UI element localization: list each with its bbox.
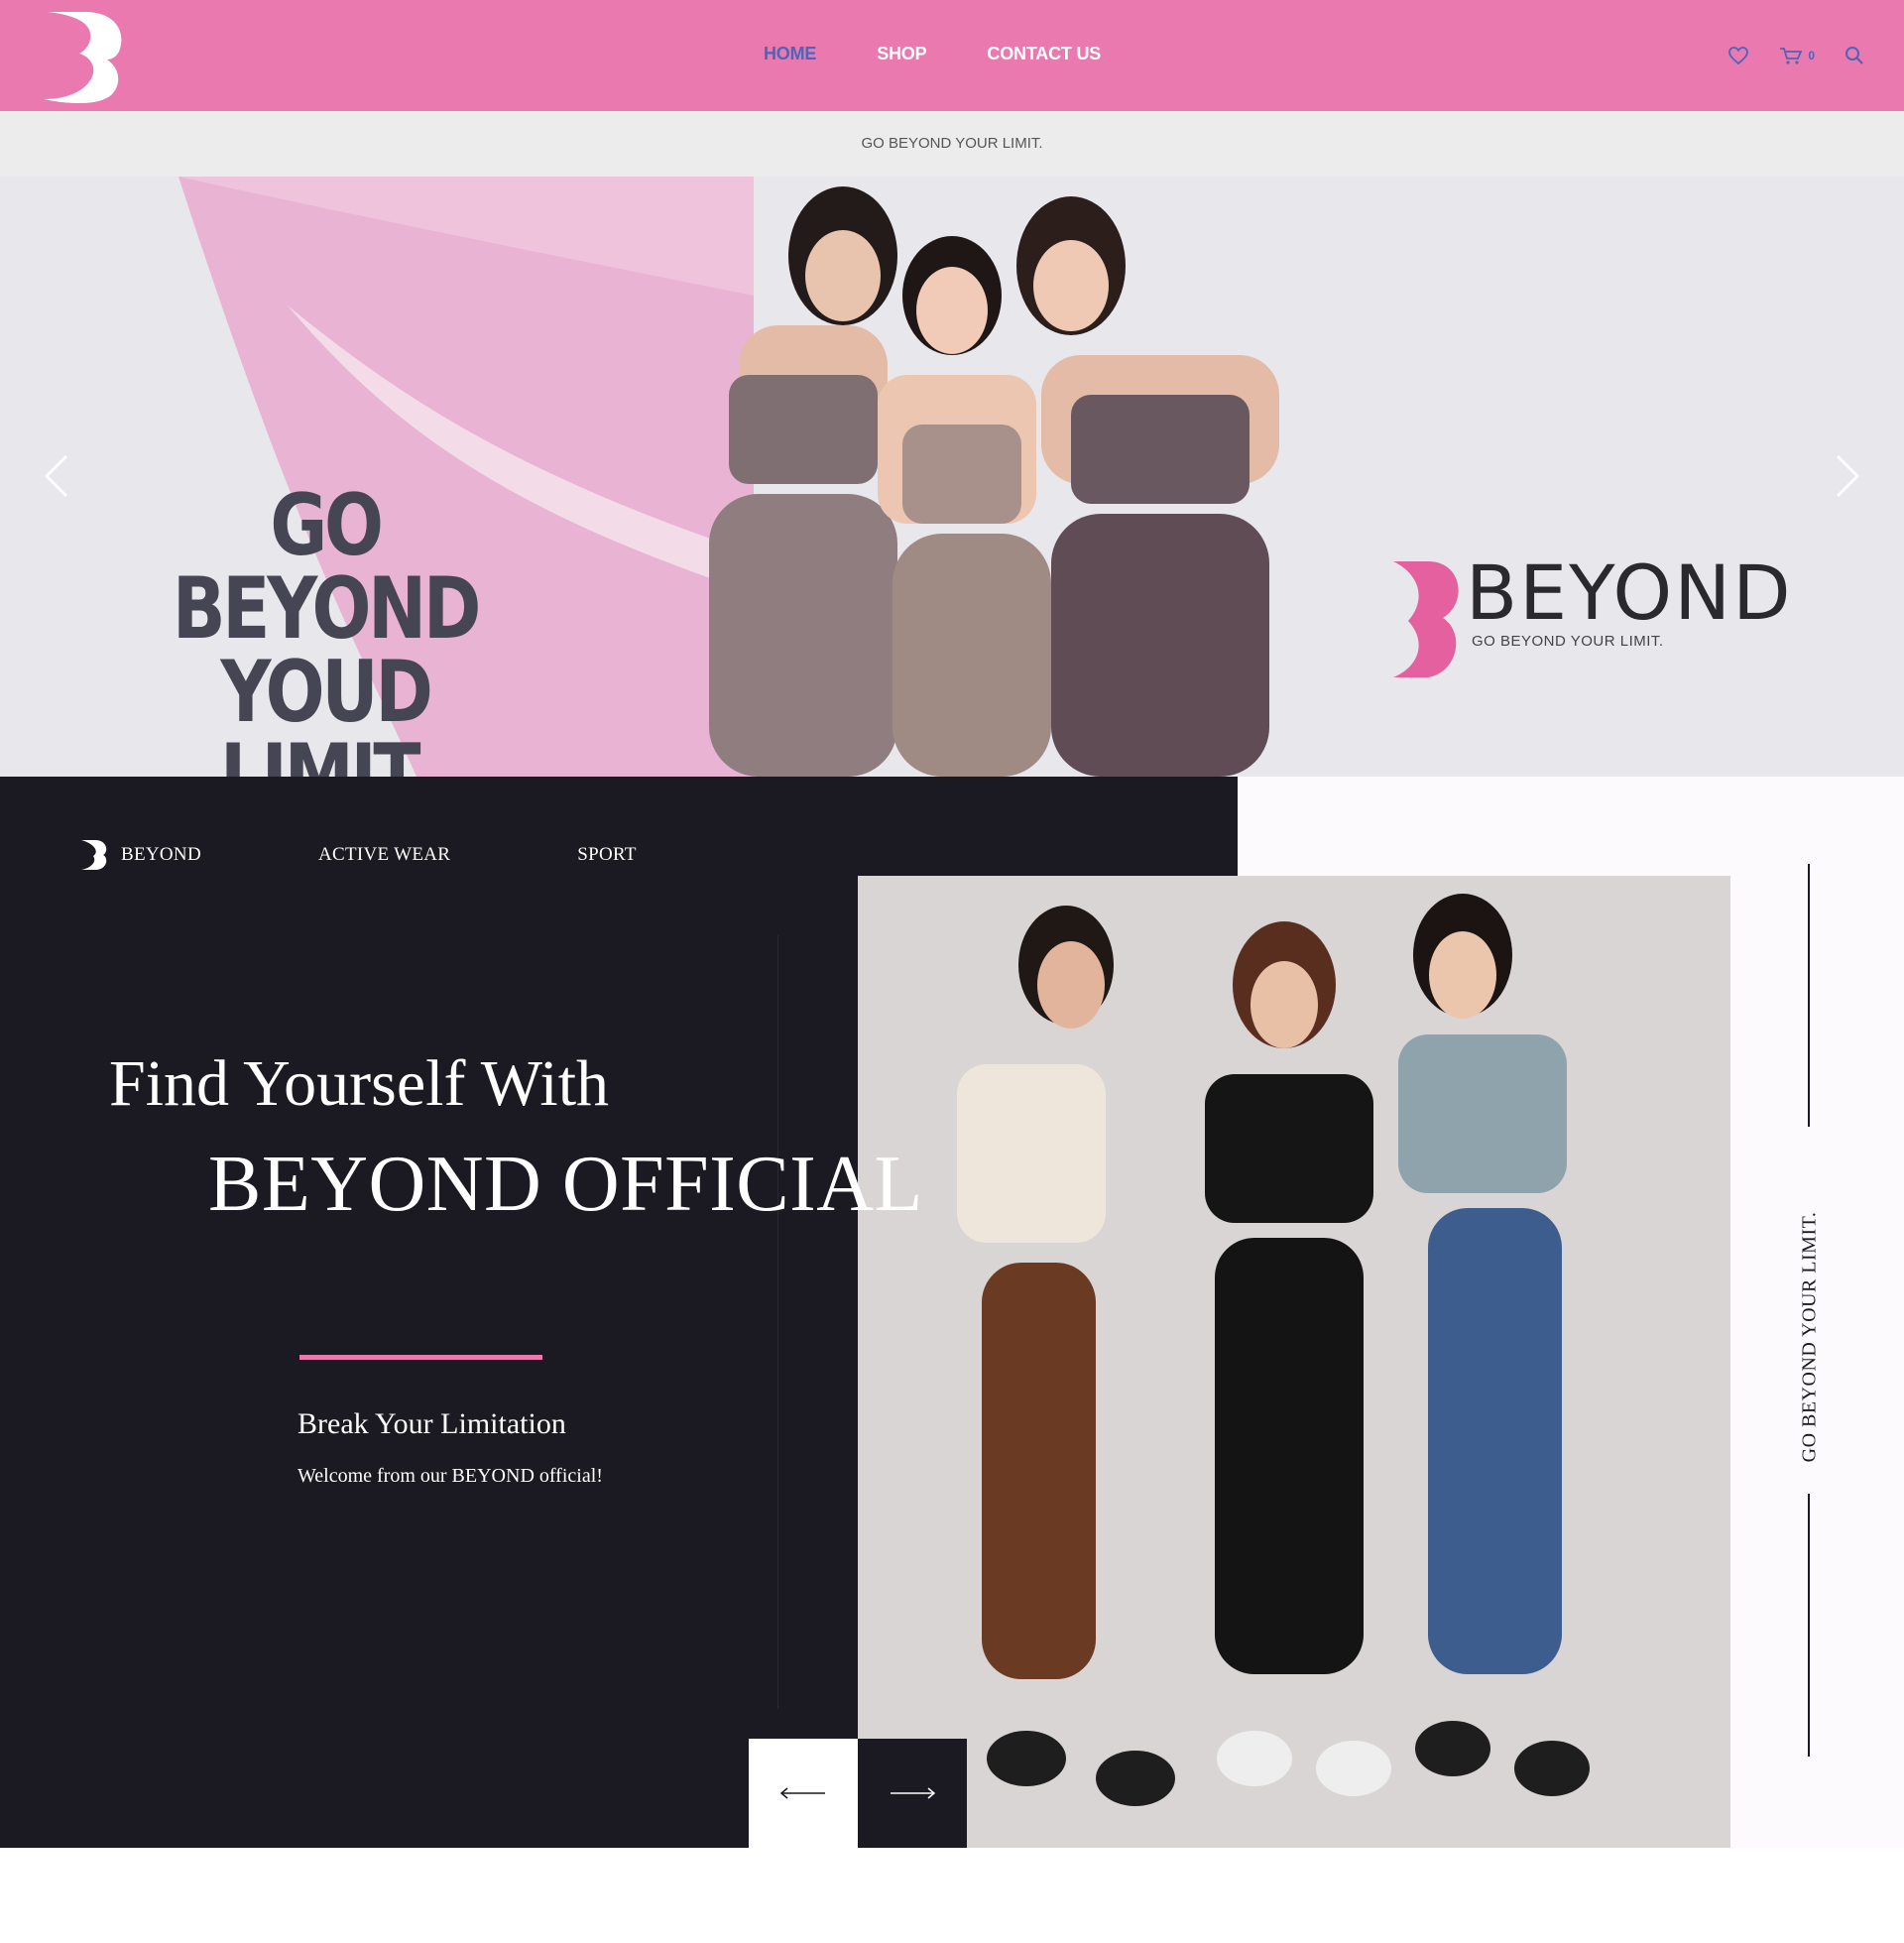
accent-bar xyxy=(299,1355,542,1360)
heart-icon xyxy=(1728,47,1749,65)
feature-next-button[interactable] xyxy=(858,1739,967,1848)
nav-home[interactable]: HOME xyxy=(764,44,816,67)
cart-button[interactable]: 0 xyxy=(1779,46,1815,65)
hero-headline: GO BEYOND YOUD LIMIT. xyxy=(138,476,512,777)
hero-brand-tagline: GO BEYOND YOUR LIMIT. xyxy=(1472,633,1664,650)
feature-dark-lower xyxy=(0,876,858,1848)
chevron-left-icon xyxy=(45,454,68,498)
wishlist-button[interactable] xyxy=(1727,46,1749,65)
feature-nav: BEYOND ACTIVE WEAR SPORT xyxy=(79,838,637,872)
arrow-left-icon xyxy=(779,1787,825,1799)
header-icons: 0 xyxy=(1698,44,1864,67)
chevron-right-icon xyxy=(1836,454,1859,498)
feature-divider xyxy=(777,935,778,1709)
feature-prev-button[interactable] xyxy=(749,1739,858,1848)
arrow-right-icon xyxy=(891,1787,936,1799)
feature-text: Welcome from our BEYOND official! xyxy=(298,1465,603,1487)
site-header: HOME SHOP CONTACT US 0 xyxy=(0,0,1904,111)
hero-headline-line: BEYOND xyxy=(172,559,482,659)
feature-nav-active-wear[interactable]: ACTIVE WEAR xyxy=(318,844,450,866)
feature-models-photo xyxy=(858,876,1730,1848)
brand-mark-icon xyxy=(81,840,107,870)
feature-subtitle: Break Your Limitation xyxy=(298,1407,566,1440)
nav-contact-us[interactable]: CONTACT US xyxy=(987,44,1101,67)
search-icon xyxy=(1845,47,1863,64)
side-vertical-text: GO BEYOND YOUR LIMIT. xyxy=(1795,1203,1825,1471)
feature-nav-sport[interactable]: SPORT xyxy=(577,844,637,866)
announcement-bar: GO BEYOND YOUR LIMIT. xyxy=(0,111,1904,177)
feature-photo xyxy=(858,876,1730,1848)
logo-icon[interactable] xyxy=(42,10,127,103)
cart-count-badge: 0 xyxy=(1808,49,1815,62)
hero-headline-line: GO xyxy=(270,476,384,575)
hero-prev-button[interactable] xyxy=(40,452,73,500)
main-nav: HOME SHOP CONTACT US xyxy=(764,44,1161,67)
side-line-bottom xyxy=(1808,1494,1810,1757)
hero-next-button[interactable] xyxy=(1831,452,1864,500)
hero-brand-word: BEYOND xyxy=(1466,548,1793,637)
cart-icon xyxy=(1780,48,1803,64)
hero-slider: GO BEYOND YOUD LIMIT. BEYOND GO BEYOND Y… xyxy=(0,177,1904,777)
feature-headline-line1: Find Yourself With xyxy=(109,1047,610,1120)
feature-nav-beyond[interactable]: BEYOND xyxy=(121,844,201,866)
side-vertical-label: GO BEYOND YOUR LIMIT. xyxy=(1798,1211,1821,1463)
feature-headline-line2: BEYOND OFFICIAL xyxy=(208,1141,923,1228)
side-line-top xyxy=(1808,864,1810,1127)
nav-shop[interactable]: SHOP xyxy=(877,44,926,67)
hero-headline-line: YOUD LIMIT. xyxy=(219,643,433,777)
search-button[interactable] xyxy=(1844,46,1864,65)
feature-section: BEYOND ACTIVE WEAR SPORT Find Yourself W… xyxy=(0,777,1904,1848)
